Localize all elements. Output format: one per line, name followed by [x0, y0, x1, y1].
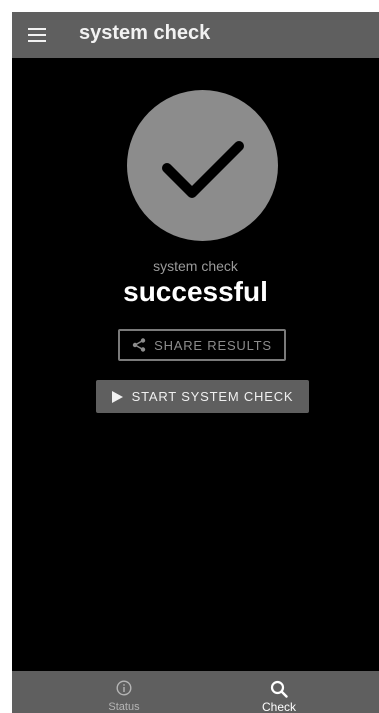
- nav-label-check: Check: [261, 700, 296, 713]
- result-value: successful: [123, 276, 268, 307]
- info-icon: [116, 680, 132, 696]
- page-title: system check: [79, 22, 211, 44]
- play-icon: [111, 390, 123, 403]
- nav-label-status: Status: [108, 701, 140, 713]
- nav-item-check[interactable]: Check: [219, 671, 339, 713]
- bottom-navigation: Status Check: [12, 671, 379, 713]
- share-results-button[interactable]: SHARE RESULTS: [118, 329, 286, 361]
- checkmark-icon: [162, 141, 244, 198]
- share-icon: [132, 338, 146, 352]
- result-label: system check: [153, 258, 238, 274]
- share-results-label: SHARE RESULTS: [154, 337, 272, 353]
- success-indicator: [127, 90, 278, 241]
- app-bar: system check: [12, 12, 379, 58]
- start-system-check-button[interactable]: START SYSTEM CHECK: [96, 380, 309, 413]
- search-icon: [270, 680, 288, 698]
- menu-icon: [28, 28, 46, 42]
- app-screen: system check system check successful SHA…: [12, 12, 379, 713]
- start-system-check-label: START SYSTEM CHECK: [131, 389, 294, 404]
- menu-button[interactable]: [26, 24, 48, 46]
- nav-item-status[interactable]: Status: [64, 671, 184, 713]
